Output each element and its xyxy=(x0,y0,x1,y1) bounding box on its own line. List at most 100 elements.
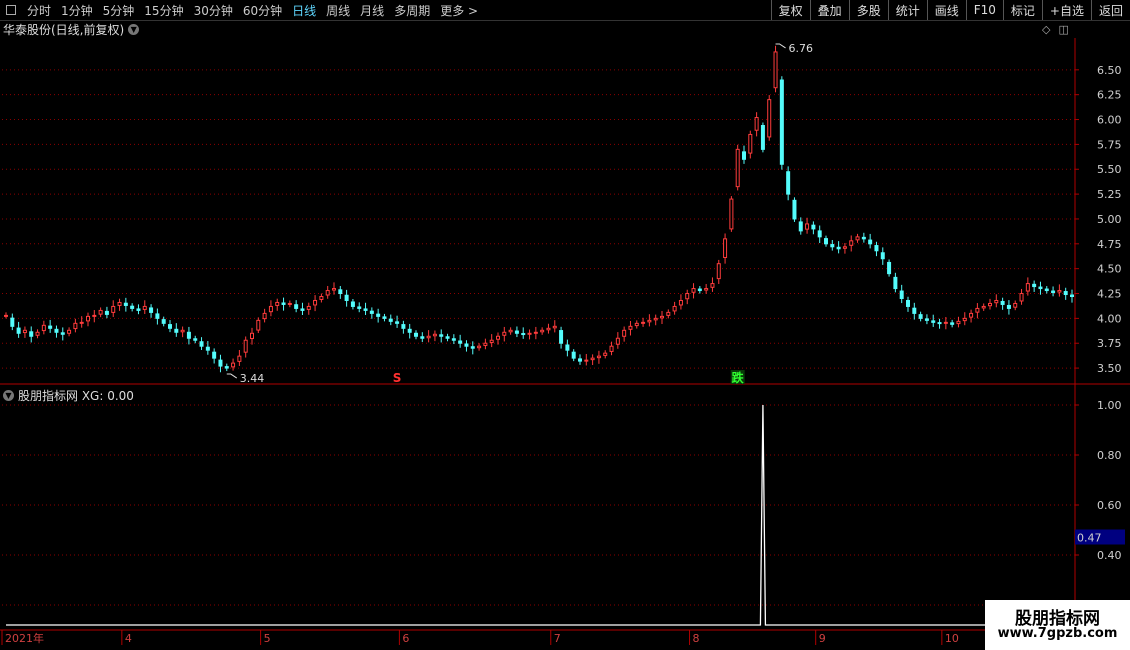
candle-body xyxy=(691,288,696,293)
candle-body xyxy=(470,346,475,349)
date-label: 8 xyxy=(693,632,700,645)
candle-body xyxy=(552,325,557,329)
candle-body xyxy=(218,359,223,367)
candle-body xyxy=(603,352,608,356)
candle-body xyxy=(445,336,450,339)
candle-body xyxy=(836,246,841,250)
candle-body xyxy=(502,331,507,336)
candle-body xyxy=(155,313,160,319)
signal-sell-marker: S xyxy=(393,371,402,385)
price-tick-label: 5.25 xyxy=(1097,188,1122,201)
candle-body xyxy=(521,333,526,336)
candle-body xyxy=(275,301,280,306)
candle-body xyxy=(407,328,412,333)
candle-body xyxy=(685,293,690,300)
candle-body xyxy=(994,299,999,304)
candle-body xyxy=(1006,304,1011,309)
candle-body xyxy=(527,332,532,335)
price-tick-label: 5.00 xyxy=(1097,213,1122,226)
candle-body xyxy=(464,343,469,347)
candle-body xyxy=(123,302,128,306)
date-label: 10 xyxy=(945,632,959,645)
candle-body xyxy=(918,314,923,319)
date-label: 9 xyxy=(819,632,826,645)
candle-body xyxy=(98,309,103,315)
indicator-tick-label: 0.60 xyxy=(1097,499,1122,512)
candle-body xyxy=(767,99,772,138)
candle-body xyxy=(988,302,992,307)
candle-body xyxy=(811,224,816,230)
candle-body xyxy=(893,276,898,290)
candle-body xyxy=(10,317,15,327)
candle-body xyxy=(294,304,299,309)
candle-body xyxy=(117,301,122,306)
candle-body xyxy=(16,327,21,334)
candle-body xyxy=(729,198,734,230)
candle-body xyxy=(672,305,677,312)
candle-body xyxy=(697,288,702,292)
candle-body xyxy=(262,312,267,320)
candle-body xyxy=(41,324,46,332)
price-tick-label: 4.50 xyxy=(1097,263,1122,276)
stock-chart[interactable]: 3.50 3.75 4.00 4.25 4.50 4.75 5.00 5.25 5.50 5.75… xyxy=(0,0,1130,650)
candle-body xyxy=(92,314,97,317)
candle-body xyxy=(779,79,784,165)
price-tick-label: 6.50 xyxy=(1097,64,1122,77)
date-label: 5 xyxy=(264,632,271,645)
candle-body xyxy=(199,341,204,347)
candle-body xyxy=(67,329,72,334)
candle-body xyxy=(382,316,387,319)
candle-body xyxy=(414,332,418,337)
candle-body xyxy=(149,307,154,313)
candle-body xyxy=(924,318,929,321)
candle-body xyxy=(716,263,721,280)
price-tick-label: 4.25 xyxy=(1097,288,1122,301)
candle-body xyxy=(1013,302,1018,308)
candle-body xyxy=(596,355,601,359)
candle-body xyxy=(584,359,589,362)
candle-body xyxy=(887,261,892,275)
candle-body xyxy=(628,325,633,330)
candle-body xyxy=(22,329,27,334)
candle-body xyxy=(388,318,393,322)
candle-body xyxy=(420,336,425,339)
candle-body xyxy=(174,328,179,333)
candle-body xyxy=(754,117,759,131)
candle-body xyxy=(325,290,330,296)
candle-body xyxy=(773,51,778,89)
candle-body xyxy=(426,335,431,339)
candle-body xyxy=(1038,286,1043,290)
candle-body xyxy=(458,340,463,344)
candle-body xyxy=(830,244,835,248)
candle-body xyxy=(565,344,570,351)
price-tick-label: 3.50 xyxy=(1097,362,1122,375)
candle-body xyxy=(395,321,400,324)
candle-body xyxy=(723,238,728,258)
price-tick-label: 4.75 xyxy=(1097,238,1122,251)
date-label: 4 xyxy=(125,632,132,645)
candle-body xyxy=(622,329,627,337)
price-tick-label: 6.25 xyxy=(1097,89,1122,102)
candle-body xyxy=(969,312,974,318)
candle-body xyxy=(931,320,936,323)
candle-body xyxy=(29,331,34,337)
candle-body xyxy=(1032,283,1037,288)
candle-body xyxy=(868,239,873,245)
signal-fall-marker: 跌 xyxy=(732,370,745,385)
candle-body xyxy=(842,246,847,249)
candle-body xyxy=(666,311,671,316)
candle-body xyxy=(817,230,822,238)
candle-body xyxy=(35,331,40,336)
candle-body xyxy=(401,324,406,329)
candle-body xyxy=(136,308,141,311)
candle-body xyxy=(205,346,210,351)
candle-body xyxy=(231,362,236,368)
high-label: 6.76 xyxy=(789,42,814,55)
candle-body xyxy=(496,335,500,340)
current-value-label: 0.47 xyxy=(1077,532,1102,545)
candle-body xyxy=(559,330,564,344)
candle-body xyxy=(142,305,147,310)
candle-body xyxy=(483,342,488,346)
candle-body xyxy=(943,321,948,324)
candle-body xyxy=(514,330,519,334)
